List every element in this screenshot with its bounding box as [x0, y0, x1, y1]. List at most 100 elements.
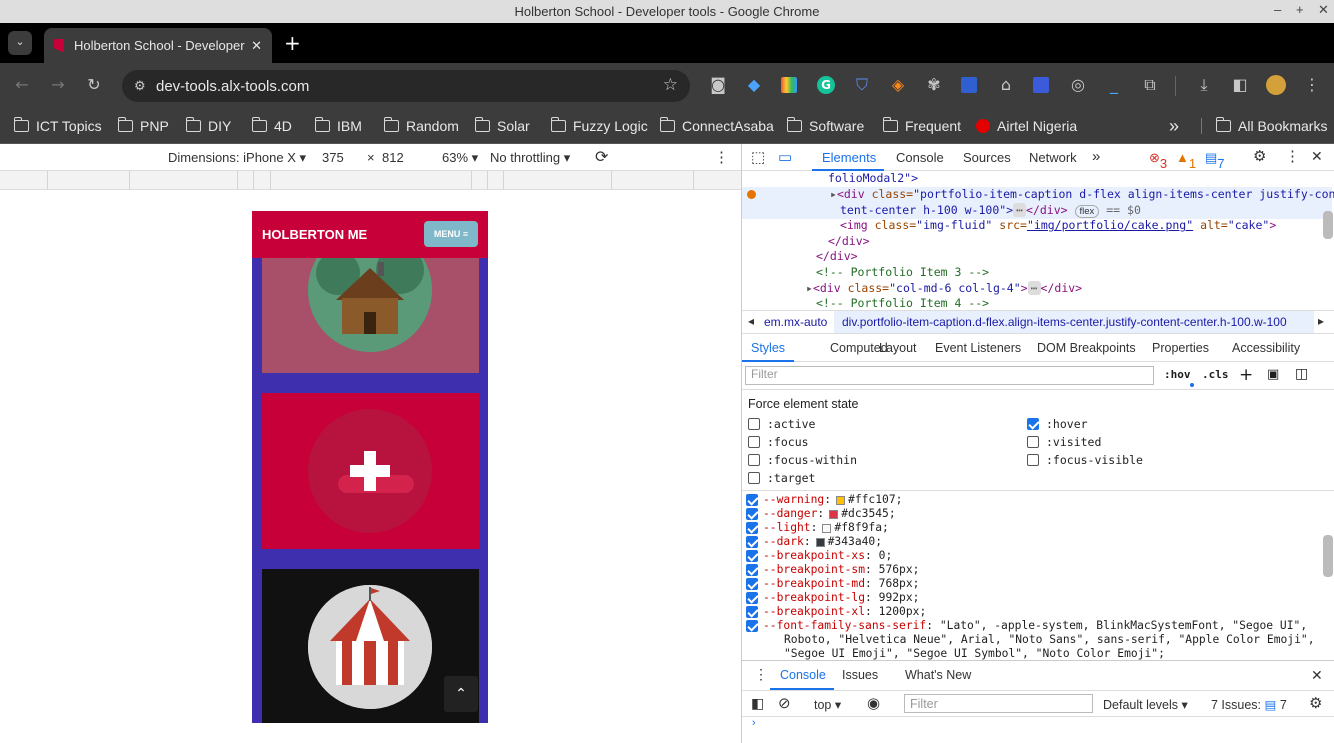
color-swatch[interactable]	[829, 509, 839, 519]
settings-gear-icon[interactable]: ⚙	[1253, 147, 1266, 165]
tab-console[interactable]: Console	[896, 150, 944, 165]
device-height-input[interactable]: 812	[382, 150, 404, 165]
device-toggle-icon[interactable]: ▭	[778, 148, 792, 166]
css-var-row[interactable]: --font-family-sans-serif: "Lato", -apple…	[742, 619, 1307, 633]
reload-icon[interactable]: ↻	[85, 76, 103, 94]
shield-extension-icon[interactable]: ⛉	[853, 76, 871, 94]
breadcrumb-right-arrow-icon[interactable]: ▸	[1318, 314, 1324, 328]
styles-filter-input[interactable]: Filter	[745, 366, 1154, 385]
throttling-select[interactable]: No throttling ▾	[490, 150, 570, 166]
site-brand[interactable]: HOLBERTON ME	[262, 227, 367, 242]
dom-line[interactable]: </div>	[816, 249, 858, 265]
bookmark-folder[interactable]: Random	[383, 114, 459, 138]
dom-line[interactable]: </div>	[828, 234, 870, 250]
hov-button[interactable]: :hov	[1164, 368, 1191, 381]
device-more-icon[interactable]: ⋮	[714, 148, 729, 166]
car-extension-icon[interactable]: ⌂	[997, 76, 1015, 94]
drawer-menu-icon[interactable]: ⋮	[754, 666, 768, 683]
css-var-row[interactable]: --breakpoint-xs: 0;	[742, 549, 892, 563]
state-hover-checkbox[interactable]: :hover	[1027, 417, 1088, 431]
profile-avatar[interactable]	[1266, 75, 1286, 95]
close-drawer-icon[interactable]: ✕	[1311, 667, 1323, 684]
tab-search-icon[interactable]: ⌄	[8, 31, 32, 55]
console-filter-input[interactable]: Filter	[904, 694, 1093, 713]
bookmark-folder[interactable]: IBM	[314, 114, 362, 138]
console-settings-gear-icon[interactable]: ⚙	[1309, 694, 1322, 712]
menu-button[interactable]: MENU ≡	[424, 221, 478, 247]
css-var-row[interactable]: --breakpoint-md: 768px;	[742, 577, 919, 591]
maximize-button[interactable]: +	[1296, 2, 1304, 17]
flex-badge[interactable]: flex	[1074, 204, 1100, 218]
console-context-select[interactable]: top ▾	[814, 697, 841, 712]
css-var-row[interactable]: --breakpoint-lg: 992px;	[742, 591, 919, 605]
download-icon[interactable]: ⤓	[1195, 76, 1213, 94]
browser-tab[interactable]: Holberton School - Developer ✕	[44, 28, 272, 63]
state-focus-visible-checkbox[interactable]: :focus-visible	[1027, 453, 1143, 467]
drawer-tab-console[interactable]: Console	[780, 668, 826, 682]
console-prompt-icon[interactable]: ›	[752, 717, 756, 729]
site-info-icon[interactable]: ⚙	[134, 78, 146, 94]
camera-extension-icon[interactable]: ◙	[709, 76, 727, 94]
paw-extension-icon[interactable]: ✾	[925, 76, 943, 94]
css-var-row[interactable]: --warning: #ffc107;	[742, 493, 902, 507]
color-swatch[interactable]	[822, 523, 832, 533]
dom-line[interactable]: ▸<div class="portfolio-item-caption d-fl…	[830, 187, 1334, 203]
subtab-layout[interactable]: Layout	[879, 341, 917, 355]
map-extension-icon[interactable]	[961, 77, 977, 93]
paint-brush-icon[interactable]: ▣	[1267, 367, 1279, 382]
media-query-ruler[interactable]	[0, 171, 741, 190]
bookmark-folder[interactable]: Frequent	[882, 114, 961, 138]
live-expression-eye-icon[interactable]: ◉	[867, 694, 880, 712]
issues-counter[interactable]: 7 Issues: ▤ 7	[1211, 697, 1287, 712]
rotate-icon[interactable]: ⟳	[595, 147, 608, 167]
error-count[interactable]: ⊗ 3	[1149, 150, 1167, 171]
warning-count[interactable]: ▲ 1	[1176, 150, 1196, 171]
dom-line[interactable]: <img class="img-fluid" src="img/portfoli…	[840, 218, 1276, 234]
state-focus-checkbox[interactable]: :focus	[748, 435, 809, 449]
clear-console-icon[interactable]: ⊘	[778, 694, 791, 712]
drawer-tab-whats-new[interactable]: What's New	[905, 668, 971, 682]
subtab-accessibility[interactable]: Accessibility	[1232, 341, 1300, 355]
tab-elements[interactable]: Elements	[822, 150, 876, 165]
address-bar[interactable]: ⚙ dev-tools.alx-tools.com ☆	[122, 70, 690, 102]
color-swatch[interactable]	[836, 495, 846, 505]
new-rule-plus-icon[interactable]: +	[1239, 365, 1253, 385]
portfolio-item-cabin[interactable]	[262, 244, 479, 373]
subtab-styles[interactable]: Styles	[751, 341, 785, 355]
bookmark-folder[interactable]: 4D	[251, 114, 292, 138]
sidebar-toggle-icon[interactable]: ◫	[1295, 366, 1308, 382]
close-devtools-icon[interactable]: ✕	[1311, 148, 1323, 165]
css-var-row[interactable]: --danger: #dc3545;	[742, 507, 896, 521]
css-var-row[interactable]: --dark: #343a40;	[742, 535, 882, 549]
breadcrumb-item-selected[interactable]: div.portfolio-item-caption.d-flex.align-…	[842, 315, 1287, 329]
css-var-row[interactable]: --breakpoint-sm: 576px;	[742, 563, 919, 577]
scroll-top-button[interactable]: ⌃	[444, 676, 478, 712]
bookmark-link[interactable]: Airtel Nigeria	[976, 114, 1077, 138]
css-var-row[interactable]: --breakpoint-xl: 1200px;	[742, 605, 926, 619]
side-panel-icon[interactable]: ◧	[1231, 76, 1249, 94]
inspect-element-icon[interactable]: ⬚	[751, 148, 765, 166]
state-active-checkbox[interactable]: :active	[748, 417, 815, 431]
forward-icon[interactable]: →	[49, 76, 67, 94]
subtab-properties[interactable]: Properties	[1152, 341, 1209, 355]
dom-line[interactable]: folioModal2">	[828, 171, 918, 187]
diamond-extension-icon[interactable]: ◆	[745, 76, 763, 94]
chrome-menu-icon[interactable]: ⋮	[1303, 76, 1321, 94]
bookmark-folder[interactable]: ConnectAsaba	[659, 114, 774, 138]
bookmark-folder[interactable]: PNP	[117, 114, 169, 138]
state-focus-within-checkbox[interactable]: :focus-within	[748, 453, 857, 467]
drawer-tab-issues[interactable]: Issues	[842, 668, 878, 682]
minimize-button[interactable]: –	[1274, 2, 1281, 17]
subtab-event-listeners[interactable]: Event Listeners	[935, 341, 1021, 355]
new-tab-button[interactable]: +	[284, 31, 301, 55]
state-visited-checkbox[interactable]: :visited	[1027, 435, 1101, 449]
blue-extension-icon[interactable]: _	[1105, 76, 1123, 94]
bookmark-folder[interactable]: Solar	[474, 114, 530, 138]
subtab-dom-breakpoints[interactable]: DOM Breakpoints	[1037, 341, 1136, 355]
bookmark-folder[interactable]: Fuzzy Logic	[550, 114, 648, 138]
grammarly-icon[interactable]: G	[817, 76, 835, 94]
back-icon[interactable]: ←	[13, 76, 31, 94]
bookmark-folder[interactable]: DIY	[185, 114, 231, 138]
all-bookmarks-button[interactable]: All Bookmarks	[1215, 114, 1327, 138]
tab-sources[interactable]: Sources	[963, 150, 1011, 165]
